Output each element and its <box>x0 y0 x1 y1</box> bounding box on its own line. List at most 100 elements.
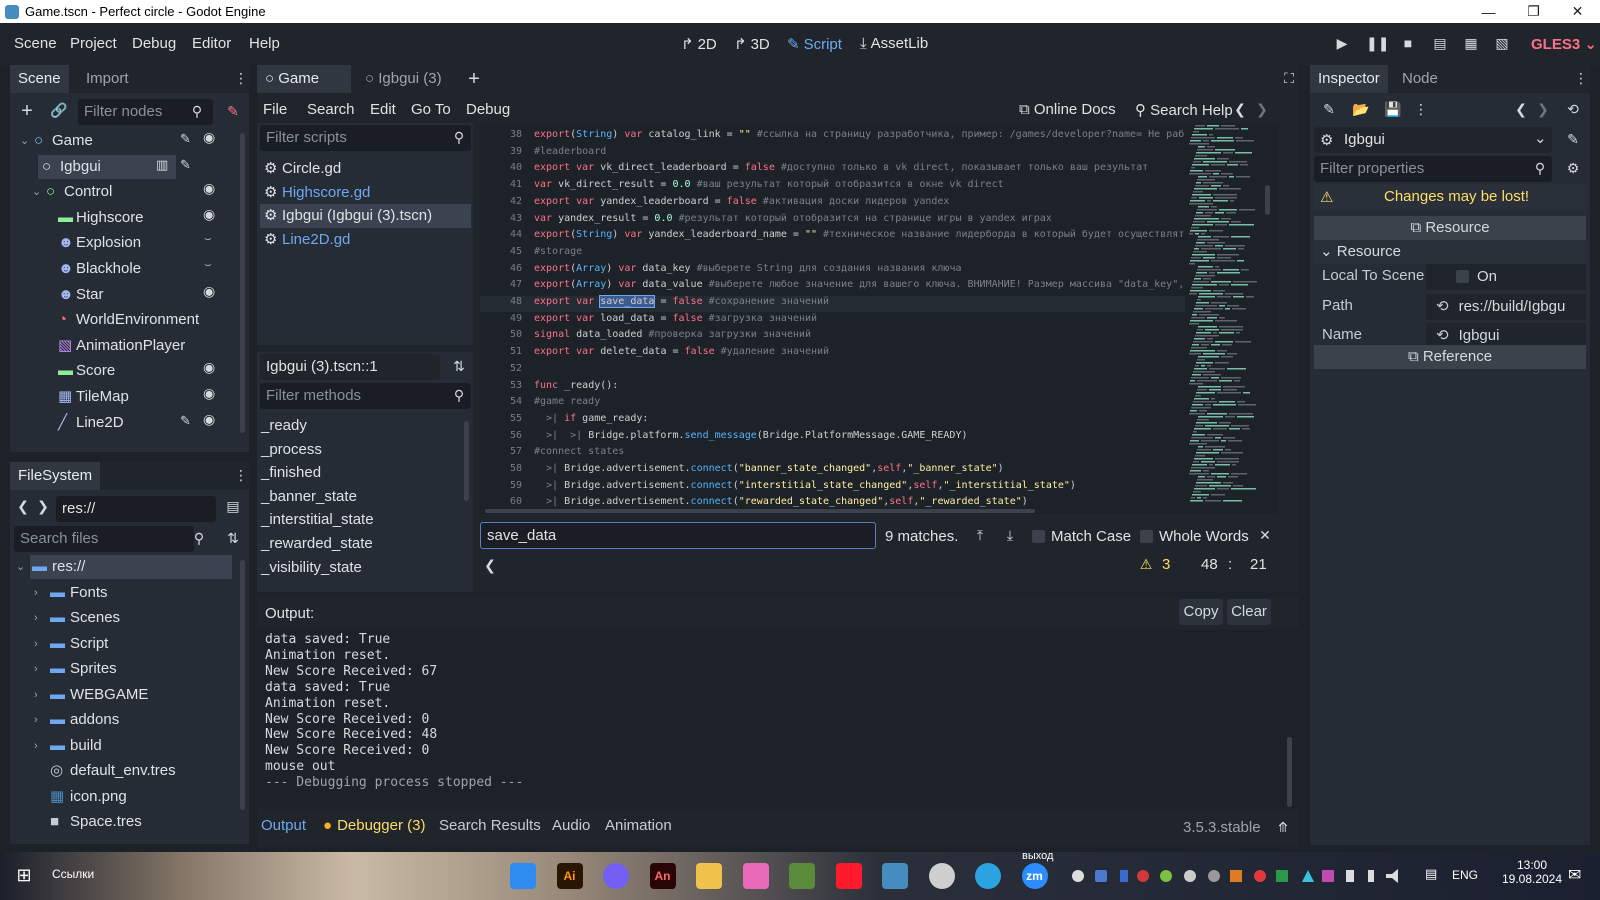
script-icon[interactable]: ✎ <box>180 413 191 429</box>
visibility-icon[interactable]: ◉ <box>203 129 215 146</box>
main-screen-script[interactable]: ✎ Script <box>787 35 842 54</box>
tab-filesystem[interactable]: FileSystem <box>10 462 101 490</box>
chevron-right-icon[interactable]: › <box>34 581 38 605</box>
main-screen-2d[interactable]: ↱ 2D <box>681 35 717 54</box>
scene-tree-row[interactable]: ⌄ ○ Control <box>10 180 210 204</box>
menu-help[interactable]: Help <box>249 35 280 52</box>
add-node-icon[interactable]: + <box>18 100 36 123</box>
script-icon[interactable]: ✎ <box>180 157 191 173</box>
path-field[interactable]: res:// <box>56 496 216 522</box>
scene-tree-scrollbar[interactable] <box>240 133 245 433</box>
history-forward-icon[interactable]: ❯ <box>1536 101 1550 118</box>
toggle-scripts-panel-icon[interactable]: ❮ <box>483 557 497 574</box>
clock[interactable]: 13:00 19.08.2024 <box>1500 858 1564 886</box>
hidden-icon[interactable]: ⌣ <box>204 257 212 272</box>
local-to-scene-checkbox[interactable] <box>1456 270 1469 283</box>
windows-start-icon[interactable]: ⊞ <box>14 865 34 886</box>
scene-tree-row[interactable]: ◔ WorldEnvironment <box>10 308 210 332</box>
method-item[interactable]: _banner_state <box>261 485 357 509</box>
copy-button[interactable]: Copy <box>1179 599 1223 625</box>
language-indicator[interactable]: ENG <box>1452 868 1478 882</box>
chevron-right-icon[interactable]: › <box>34 708 38 732</box>
search-files-input[interactable]: Search files <box>14 526 194 552</box>
play-scene-icon[interactable]: ▤ <box>1430 35 1450 52</box>
revert-icon[interactable]: ⟲ <box>1436 298 1449 315</box>
method-item[interactable]: _visibility_state <box>261 556 362 580</box>
method-item[interactable]: _rewarded_state <box>261 532 373 556</box>
history-icon[interactable]: ⟲ <box>1564 101 1582 118</box>
bottom-tab[interactable]: ● Debugger (3) <box>323 817 425 834</box>
system-tray[interactable] <box>1070 866 1400 886</box>
filter-settings-icon[interactable]: ⚙ <box>1564 160 1582 177</box>
match-case-checkbox[interactable] <box>1032 530 1045 543</box>
instance-icon[interactable]: ▥ <box>156 157 168 173</box>
file-tree-row[interactable]: ▦ icon.png <box>10 785 230 809</box>
menu-editor[interactable]: Editor <box>192 35 231 52</box>
chevron-right-icon[interactable]: › <box>34 657 38 681</box>
revert-icon[interactable]: ⟲ <box>1436 327 1449 344</box>
stop-icon[interactable]: ■ <box>1398 35 1418 51</box>
movie-icon[interactable]: ▧ <box>1492 35 1512 52</box>
tab-igbgui[interactable]: ○ Igbgui (3) <box>357 65 450 93</box>
links-toolbar[interactable]: Ссылки <box>52 867 94 881</box>
method-item[interactable]: _process <box>261 438 322 462</box>
chevron-right-icon[interactable]: › <box>34 632 38 656</box>
section-resource[interactable]: ⧉ Resource <box>1314 216 1586 240</box>
main-screen-3d[interactable]: ↱ 3D <box>734 35 770 54</box>
script-list-item[interactable]: ⚙ Line2D.gd <box>260 228 471 252</box>
scene-tree-row[interactable]: ▬ Highscore <box>10 206 210 230</box>
link-icon[interactable]: 🔗 <box>50 102 68 119</box>
visibility-icon[interactable]: ◉ <box>203 359 215 376</box>
play-icon[interactable]: ▶ <box>1332 35 1352 52</box>
add-tab-icon[interactable]: + <box>465 68 483 91</box>
method-item[interactable]: _ready <box>261 414 307 438</box>
taskbar-paint-icon[interactable] <box>742 863 769 889</box>
output-scrollbar[interactable] <box>1287 737 1292 807</box>
back-icon[interactable]: ❮ <box>16 498 30 515</box>
script-attach-icon[interactable]: ✎ <box>224 103 242 120</box>
file-tree-row[interactable]: ■ Space.tres <box>10 810 230 834</box>
section-reference[interactable]: ⧉ Reference <box>1314 345 1586 369</box>
visibility-icon[interactable]: ◉ <box>203 180 215 197</box>
scene-tree-row[interactable]: ▬ Score <box>10 359 210 383</box>
group-resource[interactable]: ⌄ Resource <box>1314 240 1586 264</box>
script-icon[interactable]: ✎ <box>180 131 191 147</box>
visibility-icon[interactable]: ◉ <box>203 385 215 402</box>
script-list-item[interactable]: ⚙ Circle.gd <box>260 157 471 181</box>
tab-scene[interactable]: Scene <box>10 65 69 93</box>
whole-words-checkbox[interactable] <box>1140 530 1153 543</box>
minimize-button[interactable]: — <box>1466 0 1511 23</box>
file-tree-row[interactable]: ⌄ ▬ res:// <box>16 555 232 579</box>
method-item[interactable]: _finished <box>261 461 321 485</box>
find-next-icon[interactable]: ⤓ <box>1002 527 1018 544</box>
chevron-down-icon[interactable]: ⌄ <box>20 129 29 153</box>
chevron-right-icon[interactable]: › <box>34 606 38 630</box>
menu-project[interactable]: Project <box>70 35 117 52</box>
tab-inspector[interactable]: Inspector <box>1310 65 1388 93</box>
open-folder-icon[interactable]: 📂 <box>1352 101 1370 118</box>
filter-scripts-input[interactable]: Filter scripts <box>260 125 471 151</box>
online-docs-button[interactable]: ⧉ Online Docs <box>1019 101 1116 118</box>
object-selector[interactable]: ⚙ Igbgui ⌄ <box>1314 127 1552 153</box>
clear-button[interactable]: Clear <box>1227 599 1271 625</box>
methods-scrollbar[interactable] <box>464 421 469 501</box>
taskbar-viber-icon[interactable] <box>603 863 629 889</box>
new-resource-icon[interactable]: ✎ <box>1320 101 1338 118</box>
file-tree-row[interactable]: › ▬ Sprites <box>10 657 230 681</box>
more-vertical-icon[interactable]: ⋮ <box>1574 70 1588 87</box>
script-list-item[interactable]: ⚙ Highscore.gd <box>260 181 471 205</box>
search-help-button[interactable]: ⚲ Search Help <box>1135 101 1233 119</box>
taskbar-animate-icon[interactable]: An <box>649 863 676 889</box>
tab-import[interactable]: Import <box>78 65 137 93</box>
taskbar-telegram-icon[interactable] <box>975 863 1001 889</box>
taskbar-opera-icon[interactable] <box>835 863 862 889</box>
sort-icon[interactable]: ⇅ <box>451 358 467 375</box>
layout-icon[interactable]: ▤ <box>224 498 242 515</box>
code-vscrollbar[interactable] <box>1265 185 1270 215</box>
taskbar-godot-icon[interactable] <box>882 863 908 889</box>
scene-tree-row[interactable]: ▦ TileMap <box>10 385 210 409</box>
warnings-count[interactable]: 3 <box>1162 556 1170 573</box>
menu-scene[interactable]: Scene <box>14 35 57 52</box>
tab-game[interactable]: ○ Game ✕ <box>257 65 351 115</box>
play-custom-icon[interactable]: ▦ <box>1461 35 1481 52</box>
